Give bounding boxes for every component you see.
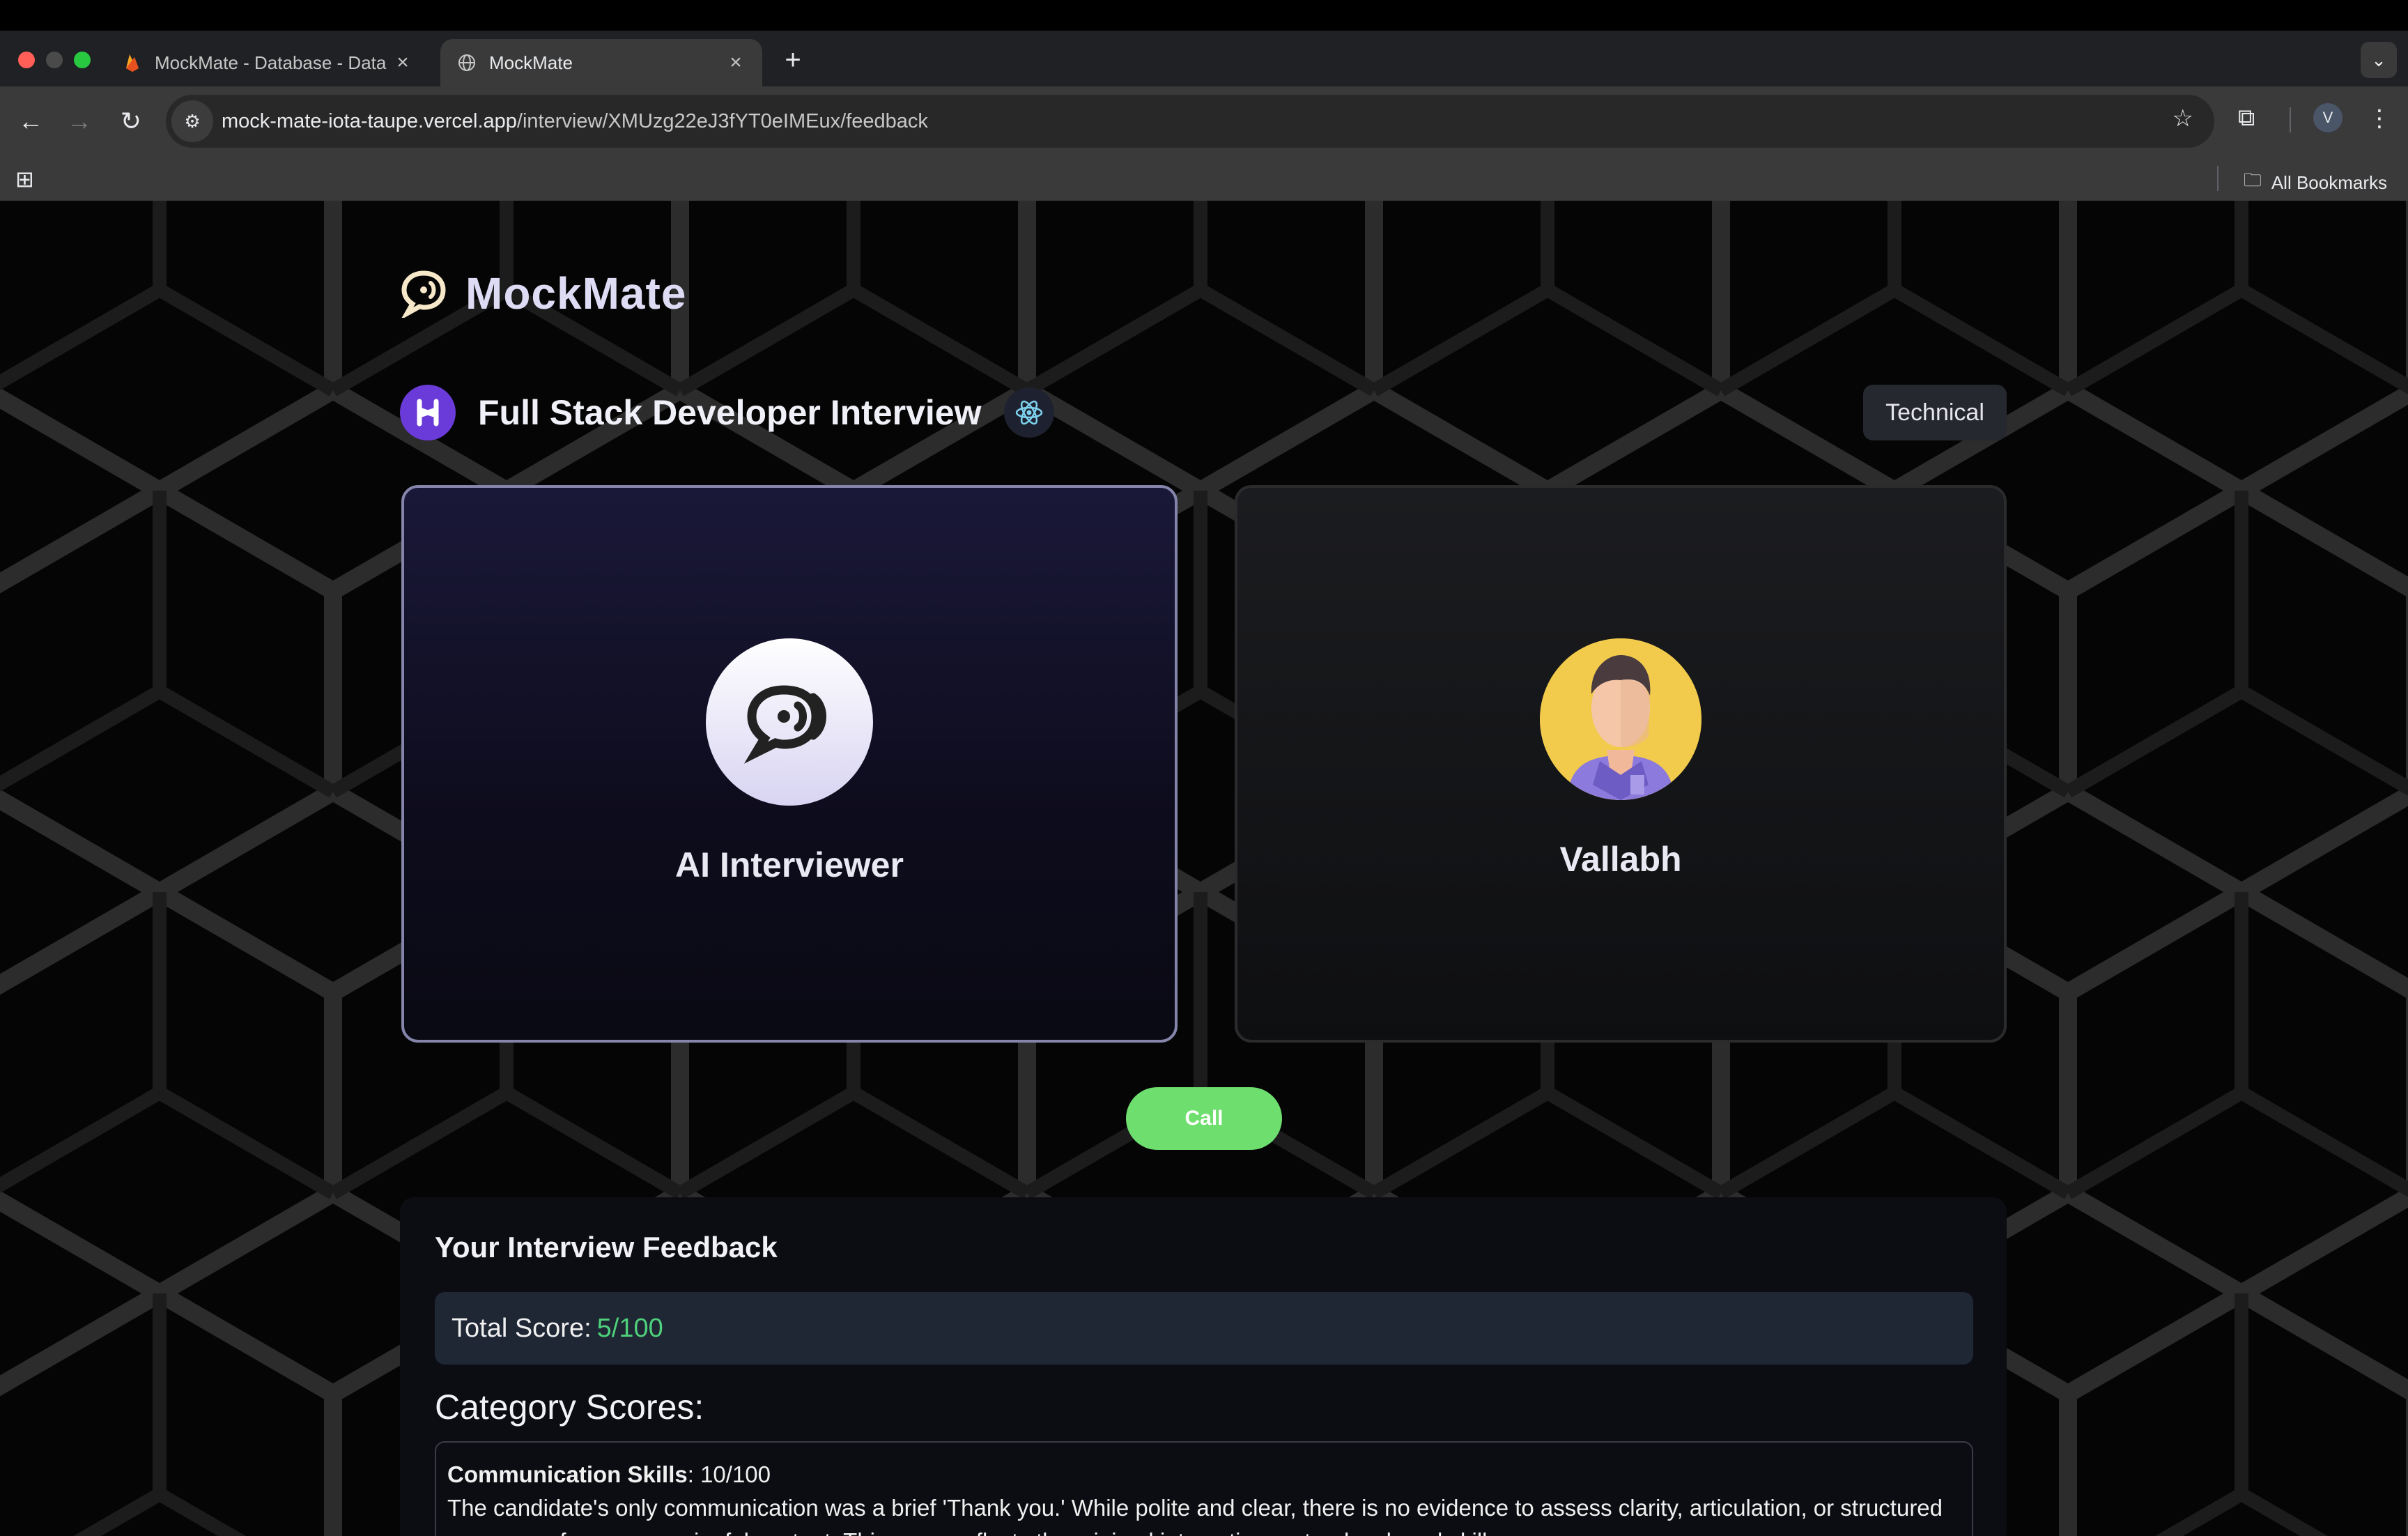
maximize-window-button[interactable] xyxy=(74,52,91,68)
bookmark-star-icon[interactable]: ☆ xyxy=(2172,105,2193,132)
site-settings-icon[interactable]: ⚙ xyxy=(171,100,213,142)
minimize-window-button[interactable] xyxy=(46,52,63,68)
new-tab-button[interactable]: + xyxy=(779,46,807,74)
tab-mockmate[interactable]: MockMate × xyxy=(440,39,762,86)
all-bookmarks-button[interactable]: 🗀 All Bookmarks xyxy=(2244,167,2387,198)
close-tab-icon[interactable]: × xyxy=(726,51,746,75)
window-top-strip xyxy=(0,0,2408,31)
ai-interviewer-card: AI Interviewer xyxy=(401,485,1178,1043)
company-logo-icon xyxy=(400,385,456,440)
interview-header: Full Stack Developer Interview xyxy=(400,385,1054,440)
close-tab-icon[interactable]: × xyxy=(393,51,412,75)
category-score-line: Communication Skills: 10/100 xyxy=(447,1458,1961,1491)
all-bookmarks-label: All Bookmarks xyxy=(2271,171,2387,193)
bookmarks-bar: ⊞ 🗀 All Bookmarks xyxy=(0,156,2408,201)
toolbar-divider xyxy=(2290,107,2291,132)
category-comment: The candidate's only communication was a… xyxy=(447,1495,1943,1536)
feedback-panel: Your Interview Feedback Total Score: 5/1… xyxy=(400,1197,2007,1536)
feedback-title: Your Interview Feedback xyxy=(435,1231,778,1264)
url-path: /interview/XMUzg22eJ3fYT0eIMEux/feedback xyxy=(516,109,928,132)
total-score-value: 5/100 xyxy=(596,1313,663,1343)
user-avatar xyxy=(1540,638,1701,800)
tab-title: MockMate xyxy=(489,52,573,73)
bookmarks-divider xyxy=(2217,166,2218,191)
ai-chat-bubble-icon xyxy=(743,685,826,764)
chat-bubble-logo-icon xyxy=(401,270,446,318)
url-host: mock-mate-iota-taupe.vercel.app xyxy=(222,109,517,132)
profile-avatar[interactable]: V xyxy=(2313,103,2343,132)
address-bar[interactable]: ⚙ mock-mate-iota-taupe.vercel.app/interv… xyxy=(166,95,2214,148)
back-arrow-icon[interactable]: ← xyxy=(14,105,47,138)
browser-toolbar: ← → ↻ ⚙ mock-mate-iota-taupe.vercel.app/… xyxy=(0,86,2408,156)
category-scores-heading: Category Scores: xyxy=(435,1388,704,1427)
tab-database[interactable]: MockMate - Database - Data × xyxy=(106,39,429,86)
globe-icon xyxy=(457,53,477,72)
total-score-box: Total Score: 5/100 xyxy=(435,1292,1973,1365)
tab-search-chevron-icon[interactable]: ⌄ xyxy=(2361,42,2397,78)
react-icon xyxy=(1003,387,1054,438)
total-score-label: Total Score: xyxy=(452,1313,592,1343)
category-score-item: Communication Skills: 10/100 The candida… xyxy=(435,1441,1973,1536)
app-logo[interactable]: MockMate xyxy=(400,268,686,319)
user-card-name: Vallabh xyxy=(1559,840,1682,879)
reload-icon[interactable]: ↻ xyxy=(114,105,148,138)
logo-text: MockMate xyxy=(465,268,687,318)
call-button[interactable]: Call xyxy=(1126,1087,1282,1150)
extensions-puzzle-icon[interactable]: ⧉ xyxy=(2238,105,2255,132)
tab-bar: MockMate - Database - Data × MockMate × … xyxy=(0,31,2408,86)
tab-title: MockMate - Database - Data xyxy=(155,52,387,73)
ai-avatar xyxy=(706,638,873,806)
apps-grid-icon[interactable]: ⊞ xyxy=(15,166,34,192)
category-name: Communication Skills xyxy=(447,1461,688,1487)
page-content: MockMate Full Stack Developer Interview … xyxy=(0,201,2408,1536)
ai-card-name: AI Interviewer xyxy=(675,845,904,884)
more-menu-icon[interactable]: ⋮ xyxy=(2368,105,2391,132)
folder-icon: 🗀 xyxy=(2243,169,2262,190)
person-avatar-icon xyxy=(1540,638,1701,800)
category-score: : 10/100 xyxy=(687,1461,771,1487)
firebase-icon xyxy=(123,53,142,72)
url-text: mock-mate-iota-taupe.vercel.app/intervie… xyxy=(222,110,928,133)
user-card: Vallabh xyxy=(1235,485,2007,1043)
browser-chrome: MockMate - Database - Data × MockMate × … xyxy=(0,31,2408,201)
interview-type-tag: Technical xyxy=(1863,385,2007,440)
interview-title: Full Stack Developer Interview xyxy=(478,393,982,432)
close-window-button[interactable] xyxy=(18,52,35,68)
forward-arrow-icon[interactable]: → xyxy=(63,105,96,138)
